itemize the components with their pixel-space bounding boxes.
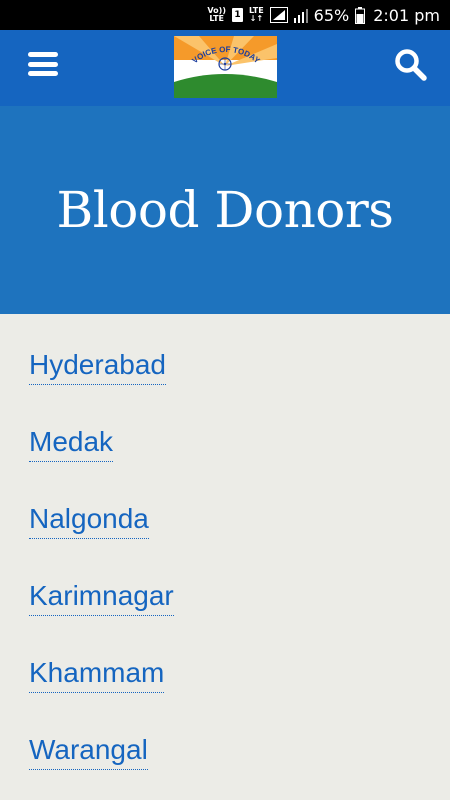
district-link-hyderabad[interactable]: Hyderabad <box>29 348 166 385</box>
list-item: Hyderabad <box>29 348 450 425</box>
signal-strength-icon <box>269 7 288 23</box>
search-icon[interactable] <box>394 48 428 82</box>
voice-of-today-logo: VOICE OF TODAY <box>174 36 277 98</box>
sim-number: 1 <box>234 10 241 20</box>
menu-line <box>28 71 58 76</box>
data-arrows-icon: ↓↑ <box>249 14 264 23</box>
lte-indicator: LTE ↓↑ <box>249 7 264 23</box>
list-item: Khammam <box>29 656 450 733</box>
hero-banner: Blood Donors <box>0 106 450 314</box>
sim-icon: 1 <box>231 8 243 22</box>
district-link-medak[interactable]: Medak <box>29 425 114 462</box>
district-link-karimnagar[interactable]: Karimnagar <box>29 579 174 616</box>
hamburger-menu-icon[interactable] <box>28 52 58 76</box>
volte-indicator: Vo)) LTE <box>207 7 226 23</box>
district-link-khammam[interactable]: Khammam <box>29 656 165 693</box>
district-link-warangal[interactable]: Warangal <box>29 733 148 770</box>
menu-line <box>28 52 58 57</box>
district-link-nalgonda[interactable]: Nalgonda <box>29 502 149 539</box>
list-item: Warangal <box>29 733 450 800</box>
battery-icon <box>355 6 366 24</box>
page-title: Blood Donors <box>56 181 394 239</box>
menu-line <box>28 61 58 67</box>
list-item: Medak <box>29 425 450 502</box>
clock: 2:01 pm <box>373 5 440 25</box>
status-bar: Vo)) LTE 1 LTE ↓↑ 65% 2:01 pm <box>0 0 450 30</box>
list-item: Karimnagar <box>29 579 450 656</box>
list-item: Nalgonda <box>29 502 450 579</box>
district-list: Hyderabad Medak Nalgonda Karimnagar Kham… <box>0 314 450 800</box>
signal-bars-icon <box>293 9 308 23</box>
app-bar: VOICE OF TODAY <box>0 30 450 106</box>
battery-percent: 65% <box>313 5 350 25</box>
volte-bottom-text: LTE <box>209 14 225 23</box>
